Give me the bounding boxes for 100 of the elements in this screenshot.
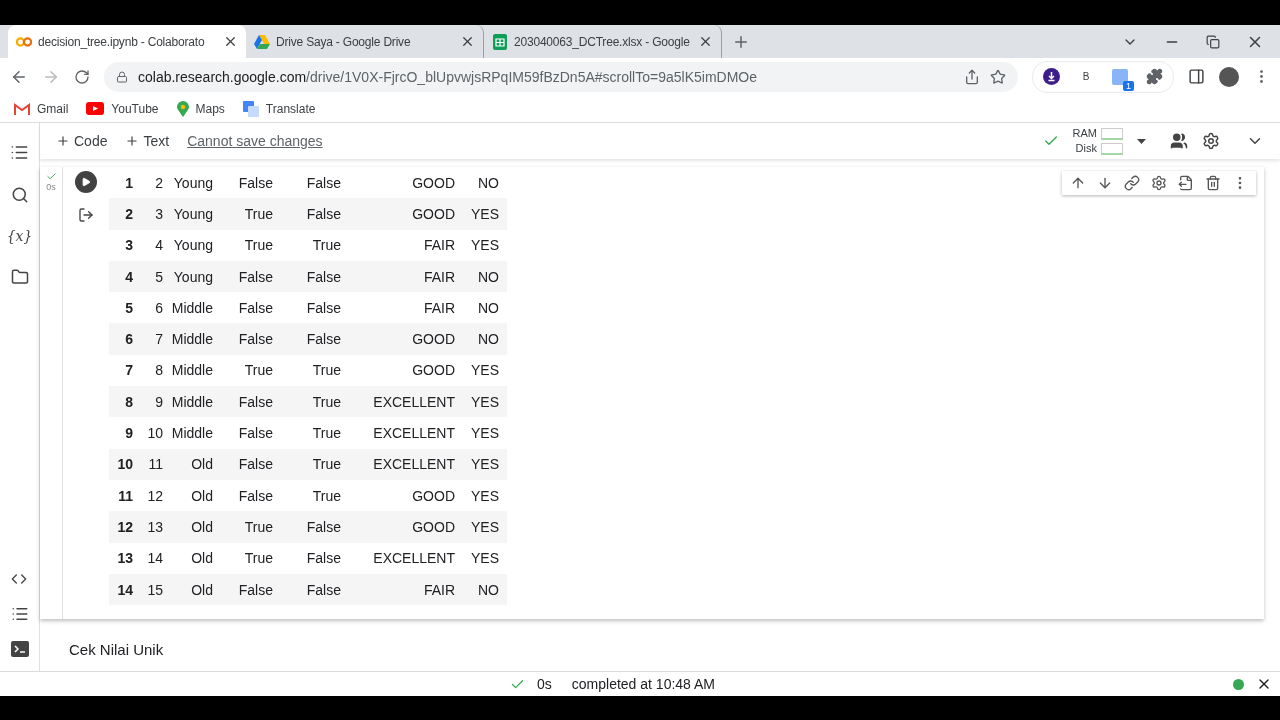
search-icon[interactable] [10,186,29,204]
table-cell: NO [455,573,507,606]
table-cell: False [273,323,341,355]
folder-icon[interactable] [10,268,29,286]
colab-logo-icon [16,35,32,48]
close-icon[interactable] [460,34,475,49]
table-cell: GOOD [341,198,455,230]
share-icon[interactable] [964,68,980,85]
table-cell: 9 [133,386,163,418]
settings-icon[interactable] [1151,175,1167,191]
gmail-logo-icon [14,102,30,115]
plus-icon [125,134,140,148]
close-icon[interactable] [223,34,238,49]
restore-icon[interactable] [1206,34,1220,49]
table-cell: Young [163,198,213,230]
status-message: completed at 10:48 AM [571,676,715,692]
extension-letter[interactable]: B [1078,71,1094,82]
table-cell: Middle [163,323,213,355]
table-cell: False [273,260,341,293]
output-icon[interactable] [78,207,94,223]
settings-icon[interactable] [1202,132,1220,150]
table-cell: NO [455,323,507,355]
table-cell: GOOD [341,511,455,543]
bookmark[interactable]: YouTube [86,101,159,116]
save-notice-link[interactable]: Cannot save changes [187,133,323,149]
table-cell: 5 [133,260,163,293]
table-cell: True [273,448,341,480]
mirror-cell-icon[interactable] [1178,175,1194,191]
download-extension-icon[interactable] [1043,68,1060,85]
code-icon[interactable] [10,571,27,587]
browser-tab[interactable]: Drive Saya - Google Drive [246,25,484,58]
close-icon[interactable] [698,34,713,49]
status-dot [1233,678,1244,690]
table-cell: False [213,260,273,293]
browser-tab[interactable]: 203040063_DCTree.xlsx - Google [484,25,722,58]
text-cell-text: Cek Nilai Unik [68,640,165,658]
delete-icon[interactable] [1205,175,1221,191]
command-palette-icon[interactable] [10,605,29,623]
bookmark[interactable]: Maps [176,100,225,117]
table-of-contents-icon[interactable] [10,143,29,162]
table-cell: EXCELLENT [341,448,455,480]
table-cell: 4 [109,260,133,293]
address-bar[interactable]: colab.research.google.com/drive/1V0X-FjrcO_blUpvwjsRPqIM59fBzDn5A#scrollTo=9a5lK5imDMOe [104,61,1018,92]
table-cell: 8 [109,386,133,418]
map-pin-icon [176,100,189,117]
plus-icon [56,134,70,148]
execution-time: 0s [46,182,56,192]
table-cell: Old [163,573,213,606]
check-icon [45,171,57,182]
table-cell: EXCELLENT [341,386,455,418]
translate-extension-icon[interactable] [1112,68,1128,85]
table-cell: NO [455,260,507,293]
terminal-icon[interactable] [10,641,29,657]
star-icon[interactable] [990,68,1006,85]
table-cell: 11 [133,448,163,480]
resource-meter[interactable]: RAM Disk [1072,126,1123,156]
table-cell: 15 [133,573,163,606]
share-people-icon[interactable] [1170,132,1188,150]
variables-icon[interactable]: {x} [6,228,33,244]
extensions-icon[interactable] [1146,68,1163,85]
table-cell: 10 [109,448,133,480]
table-cell: YES [455,386,507,418]
table-cell: 3 [133,198,163,230]
bookmark[interactable]: Gmail [14,101,69,116]
add-code-button[interactable]: Code [56,133,108,149]
bookmark[interactable]: Translate [242,100,316,117]
reload-icon[interactable] [74,68,90,85]
table-cell: 12 [109,511,133,543]
drive-logo-icon [254,34,270,49]
table-cell: 2 [109,198,133,230]
play-icon [81,177,91,187]
move-down-icon[interactable] [1097,175,1113,191]
url-text: colab.research.google.com/drive/1V0X-FjrcO_blUpvwjsRPqIM59fBzDn5A#scrollTo=9a5lK5imDMOe [138,68,758,85]
table-cell: False [213,386,273,418]
profile-avatar[interactable] [1219,66,1239,87]
table-cell: False [273,511,341,543]
table-cell: FAIR [341,260,455,293]
lock-icon [116,70,128,83]
execution-time: 0s [537,676,552,692]
table-cell: False [273,198,341,230]
dropdown-caret-icon[interactable] [1137,138,1146,144]
table-cell: Young [163,260,213,293]
table-cell: True [273,386,341,418]
move-up-icon[interactable] [1070,175,1086,191]
table-cell: False [213,448,273,480]
table-cell: YES [455,448,507,480]
run-button[interactable] [75,171,97,193]
table-cell: 14 [109,573,133,606]
table-cell: True [213,198,273,230]
table-cell: GOOD [341,323,455,355]
table-cell: 7 [133,323,163,355]
table-cell: 13 [133,511,163,543]
extension-badge: 1 [1123,80,1134,91]
add-text-button[interactable]: Text [125,133,170,149]
link-icon[interactable] [1124,175,1140,191]
table-cell: YES [455,198,507,230]
browser-tab[interactable]: decision_tree.ipynb - Colaborato [8,25,246,58]
youtube-logo-icon [86,102,105,115]
table-cell: FAIR [341,573,455,606]
side-panel-icon[interactable] [1188,68,1205,85]
